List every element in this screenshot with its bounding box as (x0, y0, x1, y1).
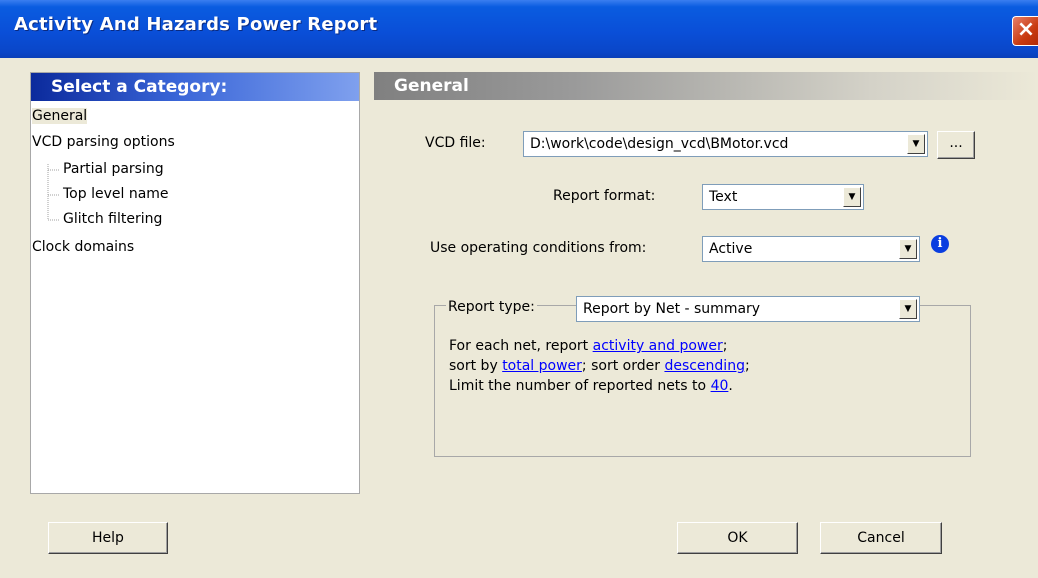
section-header: General (374, 72, 1038, 100)
operating-conditions-select[interactable]: Active ▼ (702, 236, 920, 262)
desc-text: Limit the number of reported nets to (449, 378, 711, 394)
tree-item-label: Top level name (63, 186, 169, 202)
title-bar: Activity And Hazards Power Report × (0, 0, 1038, 58)
report-type-select[interactable]: Report by Net - summary ▼ (576, 296, 920, 322)
chevron-down-icon[interactable]: ▼ (899, 299, 917, 319)
dialog-window: Activity And Hazards Power Report × Sele… (0, 0, 1038, 578)
tree-item-label: Glitch filtering (63, 211, 163, 227)
chevron-down-icon[interactable]: ▼ (907, 134, 925, 154)
operating-conditions-value: Active (709, 241, 753, 257)
desc-text: sort by (449, 358, 503, 374)
tree-item-general[interactable]: General (32, 108, 88, 124)
total-power-link[interactable]: total power (502, 358, 582, 374)
info-icon[interactable]: i (931, 235, 949, 253)
chevron-down-icon[interactable]: ▼ (899, 239, 917, 259)
tree-item-label: VCD parsing options (32, 134, 175, 150)
report-desc-line-2: sort by total power; sort order descendi… (449, 358, 750, 374)
activity-and-power-link[interactable]: activity and power (593, 338, 723, 354)
category-header: Select a Category: (31, 73, 359, 101)
report-format-label: Report format: (553, 188, 656, 204)
report-desc-line-1: For each net, report activity and power; (449, 338, 727, 354)
descending-link[interactable]: descending (664, 358, 745, 374)
vcd-file-combo[interactable]: D:\work\code\design_vcd\BMotor.vcd ▼ (523, 131, 928, 157)
browse-button[interactable]: ... (937, 131, 975, 159)
tree-item-top-level-name[interactable]: Top level name (63, 186, 169, 202)
vcd-file-label: VCD file: (425, 135, 486, 151)
tree-item-glitch-filtering[interactable]: Glitch filtering (63, 211, 162, 227)
desc-text: ; (722, 338, 728, 354)
close-icon: × (1016, 17, 1036, 42)
report-type-label: Report type: (446, 299, 537, 315)
tree-item-partial-parsing[interactable]: Partial parsing (63, 161, 164, 177)
report-format-select[interactable]: Text ▼ (702, 184, 864, 210)
report-type-value: Report by Net - summary (583, 301, 761, 317)
desc-text: . (728, 378, 733, 394)
close-button[interactable]: × (1012, 16, 1038, 46)
net-limit-link[interactable]: 40 (711, 378, 729, 394)
desc-text: ; (744, 358, 750, 374)
tree-item-vcd-parsing-options[interactable]: VCD parsing options (32, 134, 175, 150)
chevron-down-icon[interactable]: ▼ (843, 187, 861, 207)
help-button[interactable]: Help (48, 522, 168, 554)
tree-item-label: Partial parsing (63, 161, 164, 177)
tree-item-label: General (32, 108, 88, 124)
desc-text: ; sort order (581, 358, 665, 374)
ok-button[interactable]: OK (677, 522, 798, 554)
tree-item-clock-domains[interactable]: Clock domains (32, 239, 134, 255)
tree-item-label: Clock domains (32, 239, 135, 255)
cancel-button[interactable]: Cancel (820, 522, 942, 554)
window-title: Activity And Hazards Power Report (14, 14, 378, 35)
operating-conditions-label: Use operating conditions from: (430, 240, 647, 256)
vcd-file-value: D:\work\code\design_vcd\BMotor.vcd (530, 136, 789, 152)
report-format-value: Text (709, 189, 738, 205)
desc-text: For each net, report (449, 338, 593, 354)
browse-label: ... (949, 135, 963, 151)
report-desc-line-3: Limit the number of reported nets to 40. (449, 378, 733, 394)
tree-connector-lines (47, 164, 59, 221)
